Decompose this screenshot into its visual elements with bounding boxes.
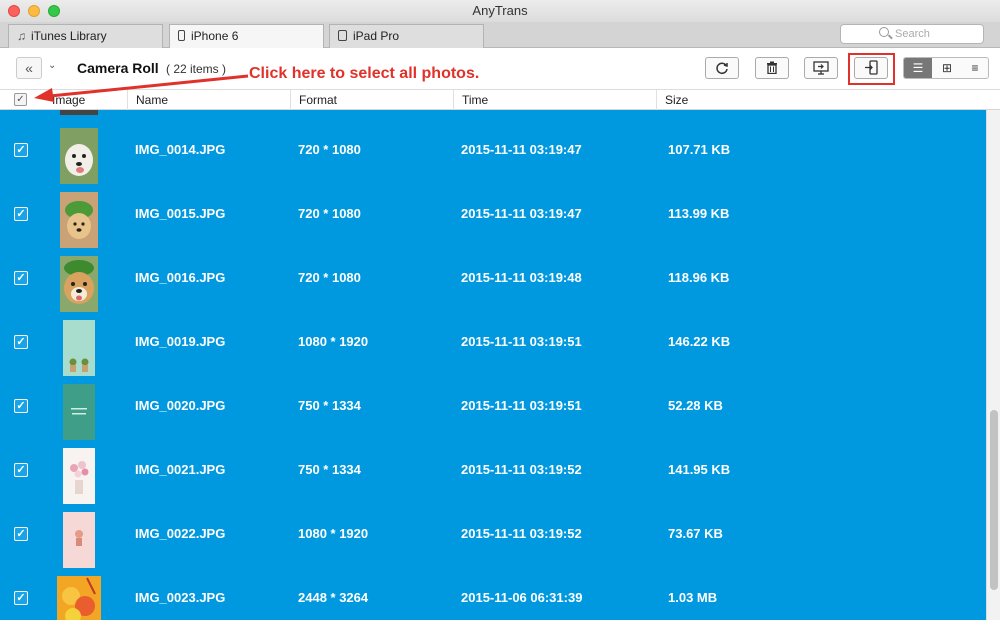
photo-thumbnail [60,192,98,248]
photo-thumbnail [63,320,95,376]
refresh-button[interactable] [705,57,739,79]
row-size: 118.96 KB [668,270,730,285]
window-title: AnyTrans [472,3,528,18]
row-time: 2015-11-11 03:19:47 [461,142,582,157]
highlight-frame [848,53,895,85]
row-time: 2015-11-11 03:19:52 [461,526,582,541]
tab-label: iPad Pro [353,29,400,43]
row-size: 107.71 KB [668,142,731,157]
column-header-time[interactable]: Time [453,90,656,110]
table-row[interactable]: ✓ IMG_0015.JPG 720 * 1080 2015-11-11 03:… [0,182,986,248]
refresh-icon [716,62,728,75]
row-name: IMG_0019.JPG [135,334,226,349]
list-view-button[interactable]: ☰ [904,58,932,78]
close-window-button[interactable] [8,5,20,17]
list-view-icon: ☰ [912,61,924,75]
row-time: 2015-11-11 03:19:51 [461,334,582,349]
title-bar: AnyTrans [0,0,1000,22]
iphone-icon [178,30,185,41]
row-format: 750 * 1334 [298,398,361,413]
select-all-checkbox[interactable]: ✓ [14,93,27,106]
search-input[interactable]: Search [840,24,984,44]
row-format: 720 * 1080 [298,206,361,221]
row-name: IMG_0022.JPG [135,526,226,541]
minimize-window-button[interactable] [28,5,40,17]
tab-label: iPhone 6 [191,29,239,43]
photo-list: ✓ IMG_0014.JPG 720 * 1080 2015-11-11 03:… [0,110,986,620]
row-size: 146.22 KB [668,334,731,349]
row-checkbox[interactable]: ✓ [14,463,28,477]
photo-thumbnail [60,256,98,312]
grid-view-button[interactable]: ⊞ [933,58,961,78]
grid-view-icon: ⊞ [941,61,953,75]
music-note-icon: ♫ [17,29,26,43]
row-time: 2015-11-11 03:19:47 [461,206,582,221]
photo-thumbnail [57,576,101,620]
row-time: 2015-11-06 06:31:39 [461,590,583,605]
row-format: 2448 * 3264 [298,590,369,605]
row-time: 2015-11-11 03:19:52 [461,462,582,477]
scrollbar-thumb[interactable] [990,410,998,590]
detail-view-icon: ≡ [971,61,979,75]
row-format: 720 * 1080 [298,142,361,157]
row-checkbox[interactable]: ✓ [14,527,28,541]
table-row[interactable]: ✓ IMG_0022.JPG 1080 * 1920 2015-11-11 03… [0,502,986,568]
maximize-window-button[interactable] [48,5,60,17]
photo-thumbnail [60,128,98,184]
table-row[interactable]: ✓ IMG_0016.JPG 720 * 1080 2015-11-11 03:… [0,246,986,312]
photo-thumbnail [63,512,95,568]
row-size: 141.95 KB [668,462,731,477]
photo-thumbnail [63,448,95,504]
tab-itunes-library[interactable]: ♫ iTunes Library [8,24,163,48]
tab-label: iTunes Library [31,29,107,43]
annotation-text: Click here to select all photos. [249,65,480,82]
search-placeholder: Search [895,28,930,40]
delete-button[interactable] [755,57,789,79]
tab-iphone-6[interactable]: iPhone 6 [169,24,324,49]
row-checkbox[interactable]: ✓ [14,207,28,221]
send-to-computer-button[interactable] [804,57,838,79]
row-checkbox[interactable]: ✓ [14,335,28,349]
row-checkbox[interactable]: ✓ [14,591,28,605]
table-row[interactable]: ✓ IMG_0020.JPG 750 * 1334 2015-11-11 03:… [0,374,986,440]
to-computer-icon [813,61,829,75]
row-size: 1.03 MB [668,590,718,605]
row-size: 113.99 KB [668,206,730,221]
view-mode-switcher: ☰ ⊞ ≡ [903,57,989,79]
detail-view-button[interactable]: ≡ [961,58,988,78]
row-format: 750 * 1334 [298,462,361,477]
row-time: 2015-11-11 03:19:48 [461,270,582,285]
row-checkbox[interactable]: ✓ [14,399,28,413]
row-checkbox[interactable]: ✓ [14,143,28,157]
trash-icon [767,61,777,75]
photo-thumbnail [63,384,95,440]
table-row[interactable]: ✓ IMG_0019.JPG 1080 * 1920 2015-11-11 03… [0,310,986,376]
row-format: 1080 * 1920 [298,526,369,541]
table-row[interactable]: ✓ IMG_0023.JPG 2448 * 3264 2015-11-06 06… [0,566,986,620]
column-header-format[interactable]: Format [290,90,453,110]
table-row[interactable]: ✓ IMG_0014.JPG 720 * 1080 2015-11-11 03:… [0,118,986,184]
row-name: IMG_0023.JPG [135,590,226,605]
search-icon [879,27,889,37]
row-name: IMG_0014.JPG [135,142,226,157]
tab-ipad-pro[interactable]: iPad Pro [329,24,484,48]
row-name: IMG_0016.JPG [135,270,226,285]
row-format: 1080 * 1920 [298,334,369,349]
row-name: IMG_0020.JPG [135,398,226,413]
partial-photo-thumbnail [60,110,98,115]
tab-bar: ♫ iTunes Library iPhone 6 iPad Pro Search [0,22,1000,49]
row-format: 720 * 1080 [298,270,361,285]
annotation-arrow-icon [34,74,249,102]
column-header-size[interactable]: Size [656,90,986,110]
table-row[interactable]: ✓ IMG_0021.JPG 750 * 1334 2015-11-11 03:… [0,438,986,504]
ipad-icon [338,30,347,41]
row-time: 2015-11-11 03:19:51 [461,398,582,413]
row-size: 73.67 KB [668,526,723,541]
row-checkbox[interactable]: ✓ [14,271,28,285]
row-size: 52.28 KB [668,398,723,413]
row-name: IMG_0021.JPG [135,462,226,477]
vertical-scrollbar[interactable] [986,110,1000,620]
row-name: IMG_0015.JPG [135,206,226,221]
